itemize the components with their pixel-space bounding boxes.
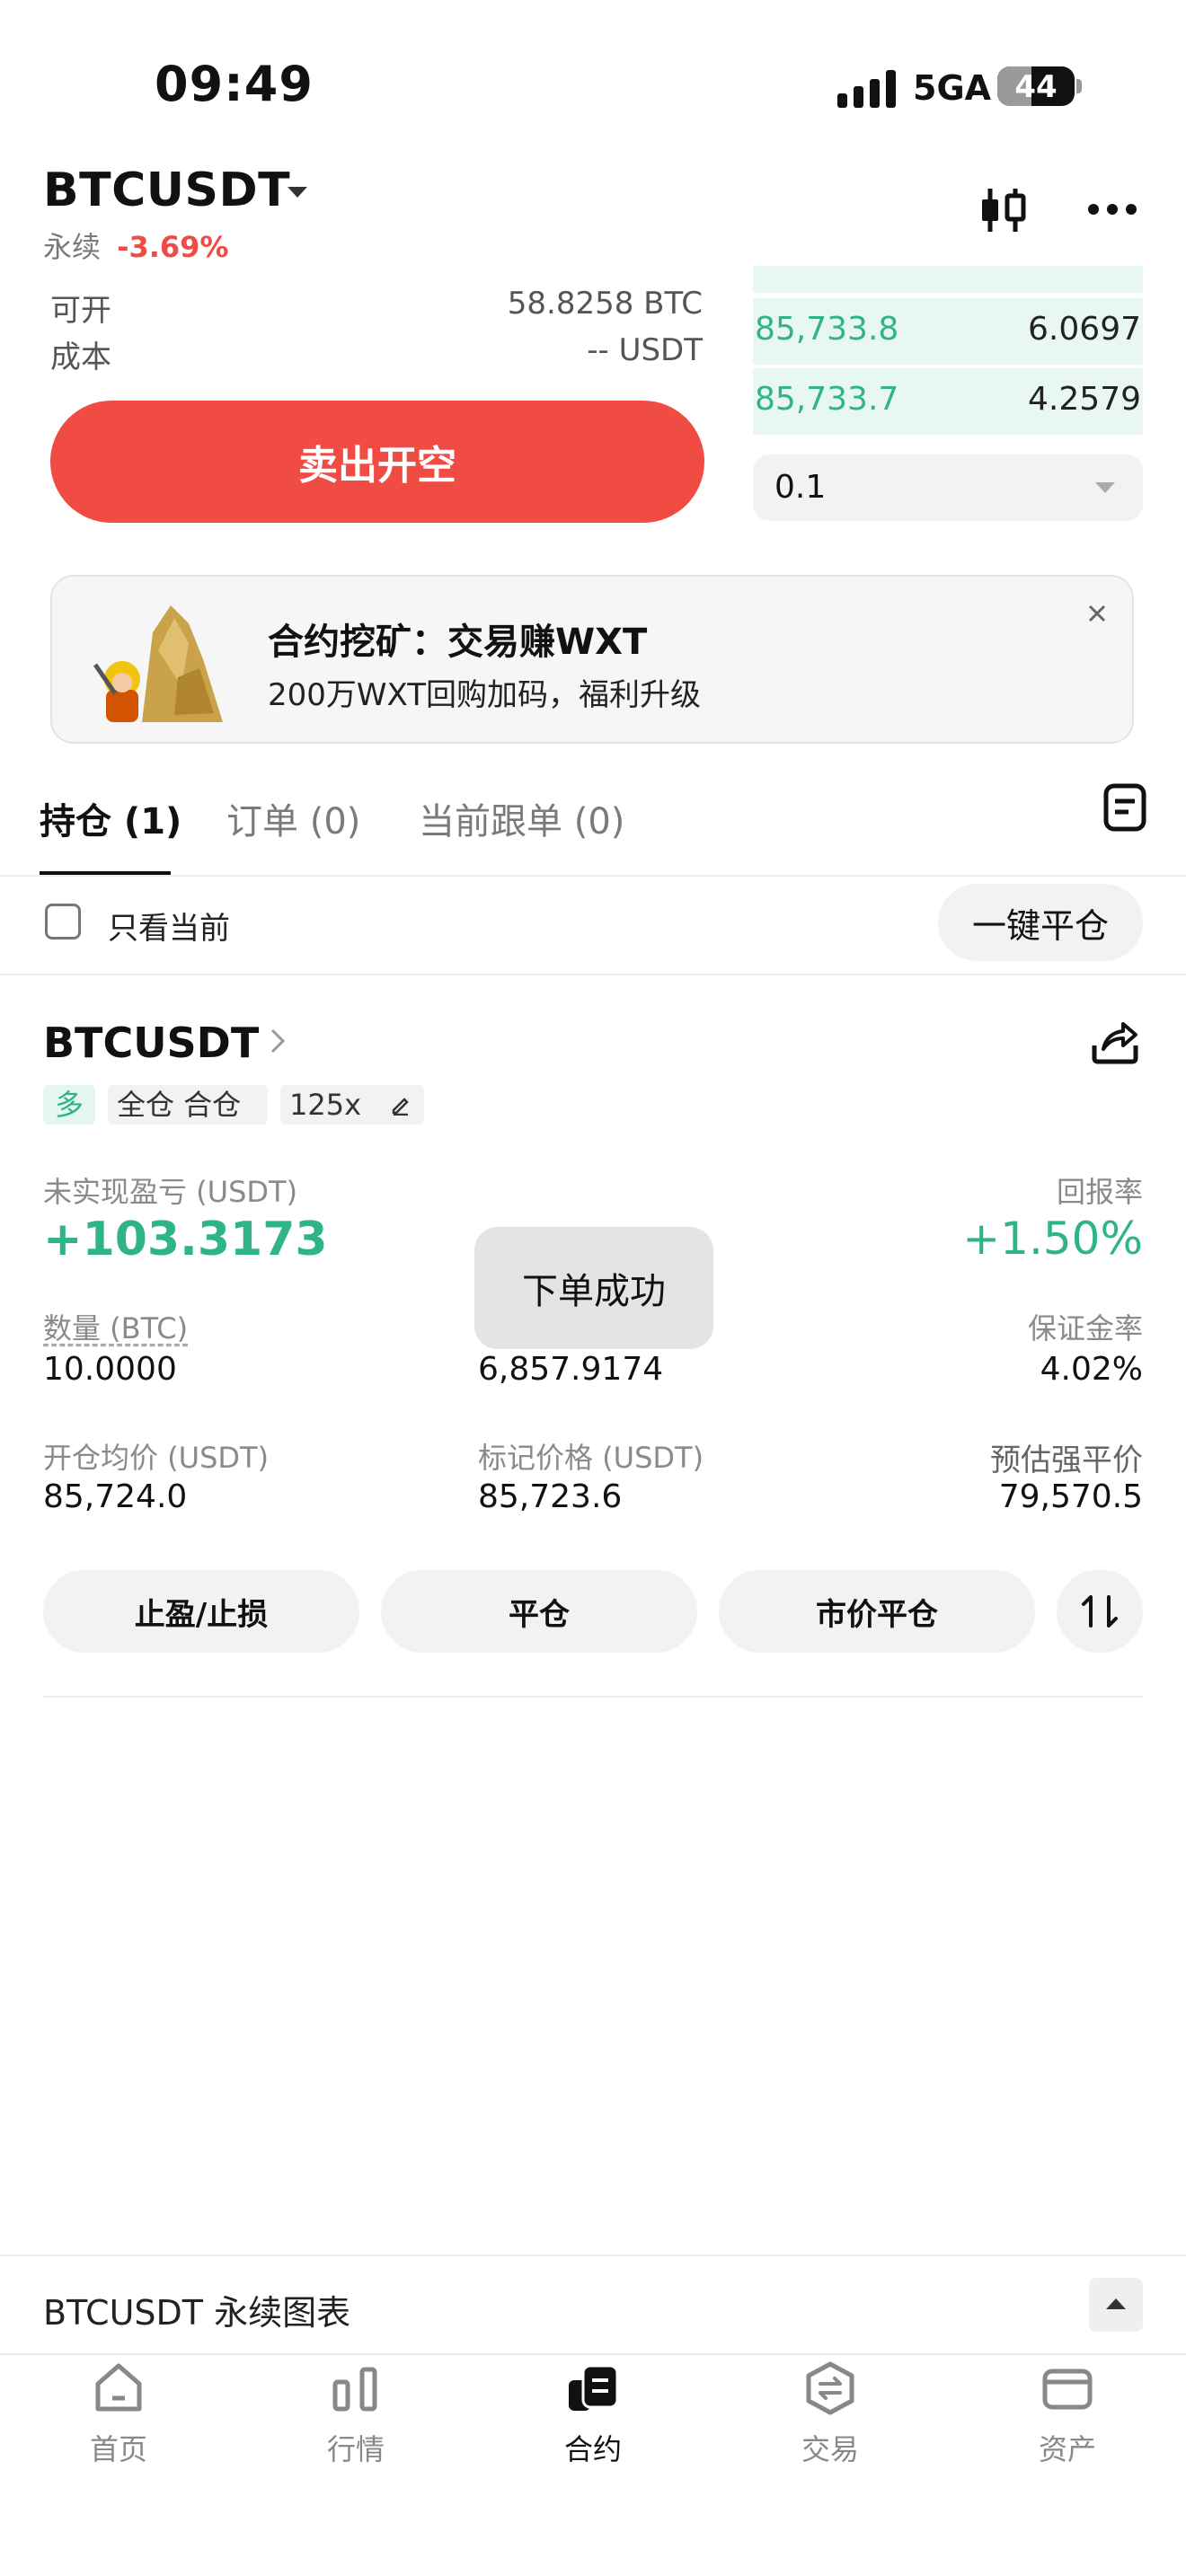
available-value: 58.8258 BTC <box>507 286 703 322</box>
chevron-up-icon <box>1106 2298 1126 2309</box>
ask-qty: 6.0697 <box>1028 311 1141 348</box>
expand-chart-button[interactable] <box>1089 2278 1143 2332</box>
roe-label: 回报率 <box>1056 1175 1143 1209</box>
nav-futures-label: 合约 <box>563 2432 622 2466</box>
ask-price: 85,733.7 <box>755 381 899 418</box>
trade-icon <box>806 2361 854 2415</box>
depth-value: 0.1 <box>774 469 827 506</box>
margin-rate-value: 4.02% <box>1040 1351 1143 1388</box>
pair-title[interactable]: BTCUSDT <box>43 163 290 217</box>
available-label: 可开 <box>50 293 111 329</box>
price-change: -3.69% <box>117 230 229 264</box>
nav-home[interactable]: 首页 <box>38 2360 199 2466</box>
divider <box>0 875 1186 877</box>
close-all-button[interactable]: 一键平仓 <box>938 884 1143 961</box>
nav-trade-label: 交易 <box>801 2432 859 2466</box>
divider <box>0 974 1186 975</box>
mark-price-value: 85,723.6 <box>478 1478 623 1515</box>
chevron-right-icon[interactable] <box>270 1028 286 1054</box>
margin-rate-label: 保证金率 <box>1027 1311 1143 1345</box>
nav-divider <box>0 2353 1186 2355</box>
divider <box>43 1696 1143 1698</box>
nav-trade[interactable]: 交易 <box>749 2360 911 2466</box>
market-icon <box>332 2367 377 2412</box>
ask-price: 85,733.8 <box>755 311 899 348</box>
order-success-toast: 下单成功 <box>474 1227 713 1349</box>
leverage-value: 125x <box>289 1088 362 1122</box>
futures-icon <box>569 2364 619 2411</box>
share-icon[interactable] <box>1091 1020 1139 1065</box>
cost-value: -- USDT <box>587 332 703 368</box>
quantity-label[interactable]: 数量 (BTC) <box>43 1306 188 1347</box>
battery-tip <box>1076 79 1082 93</box>
only-current-label: 只看当前 <box>108 911 230 947</box>
pnl-value: +103.3173 <box>43 1213 328 1266</box>
reverse-position-button[interactable] <box>1057 1570 1143 1653</box>
nav-home-label: 首页 <box>89 2432 147 2466</box>
status-time: 09:49 <box>155 56 314 112</box>
nav-market-label: 行情 <box>326 2432 385 2466</box>
network-type: 5GA <box>913 68 992 108</box>
contract-type: 永续 <box>43 230 102 264</box>
tab-positions[interactable]: 持仓 (1) <box>40 792 181 844</box>
chevron-down-icon[interactable] <box>286 185 309 199</box>
edit-icon <box>392 1098 409 1116</box>
liq-price-label: 预估强平价 <box>990 1442 1143 1478</box>
banner-subtitle: 200万WXT回购加码，福利升级 <box>268 677 701 713</box>
mark-price-label: 标记价格 (USDT) <box>478 1441 704 1475</box>
order-history-icon[interactable] <box>1103 783 1146 832</box>
leverage-tag[interactable]: 125x <box>280 1085 424 1125</box>
home-icon <box>95 2363 142 2412</box>
contract-info: 永续 -3.69% <box>43 225 228 266</box>
order-book-row[interactable]: 85,733.7 4.2579 <box>753 368 1143 435</box>
order-book-row-clipped <box>753 266 1143 293</box>
position-symbol[interactable]: BTCUSDT <box>43 1019 259 1067</box>
market-close-button[interactable]: 市价平仓 <box>719 1570 1035 1653</box>
pnl-label: 未实现盈亏 (USDT) <box>43 1175 298 1209</box>
nav-assets[interactable]: 资产 <box>987 2360 1148 2466</box>
close-position-button[interactable]: 平仓 <box>381 1570 697 1653</box>
margin-mode-tag: 全仓 合仓 <box>108 1085 268 1125</box>
chart-bar-label[interactable]: BTCUSDT 永续图表 <box>43 2285 350 2334</box>
gold-pile-icon <box>93 605 223 722</box>
close-icon[interactable] <box>1087 604 1107 623</box>
ask-qty: 4.2579 <box>1028 381 1141 418</box>
entry-price-label: 开仓均价 (USDT) <box>43 1441 270 1475</box>
tab-copy-trading[interactable]: 当前跟单 (0) <box>419 792 624 844</box>
roe-value: +1.50% <box>962 1213 1143 1265</box>
wallet-icon <box>1042 2369 1093 2410</box>
entry-price-value: 85,724.0 <box>43 1478 188 1515</box>
nav-market[interactable]: 行情 <box>275 2360 437 2466</box>
tab-orders[interactable]: 订单 (0) <box>226 792 360 844</box>
side-tag: 多 <box>43 1085 95 1125</box>
signal-icon <box>837 68 897 108</box>
sell-short-button[interactable]: 卖出开空 <box>50 401 704 523</box>
swap-arrows-icon <box>1082 1595 1118 1628</box>
divider <box>0 2254 1186 2256</box>
nav-assets-label: 资产 <box>1038 2432 1096 2466</box>
more-icon[interactable] <box>1087 203 1137 216</box>
battery-percent: 44 <box>1014 69 1058 105</box>
dropdown-icon <box>1095 482 1115 493</box>
liq-price-value: 79,570.5 <box>998 1478 1143 1515</box>
banner-title: 合约挖矿：交易赚WXT <box>268 622 648 663</box>
nav-futures[interactable]: 合约 <box>512 2360 674 2466</box>
tpsl-button[interactable]: 止盈/止损 <box>43 1570 359 1653</box>
promo-banner[interactable]: 合约挖矿：交易赚WXT 200万WXT回购加码，福利升级 <box>50 575 1134 744</box>
order-book-row[interactable]: 85,733.8 6.0697 <box>753 298 1143 365</box>
cost-label: 成本 <box>50 340 111 375</box>
depth-select[interactable]: 0.1 <box>753 454 1143 521</box>
only-current-checkbox[interactable] <box>45 904 81 940</box>
candlestick-icon[interactable] <box>978 183 1028 237</box>
margin-value: 6,857.9174 <box>478 1351 664 1388</box>
quantity-value: 10.0000 <box>43 1351 177 1388</box>
battery-icon: 44 <box>997 66 1075 106</box>
